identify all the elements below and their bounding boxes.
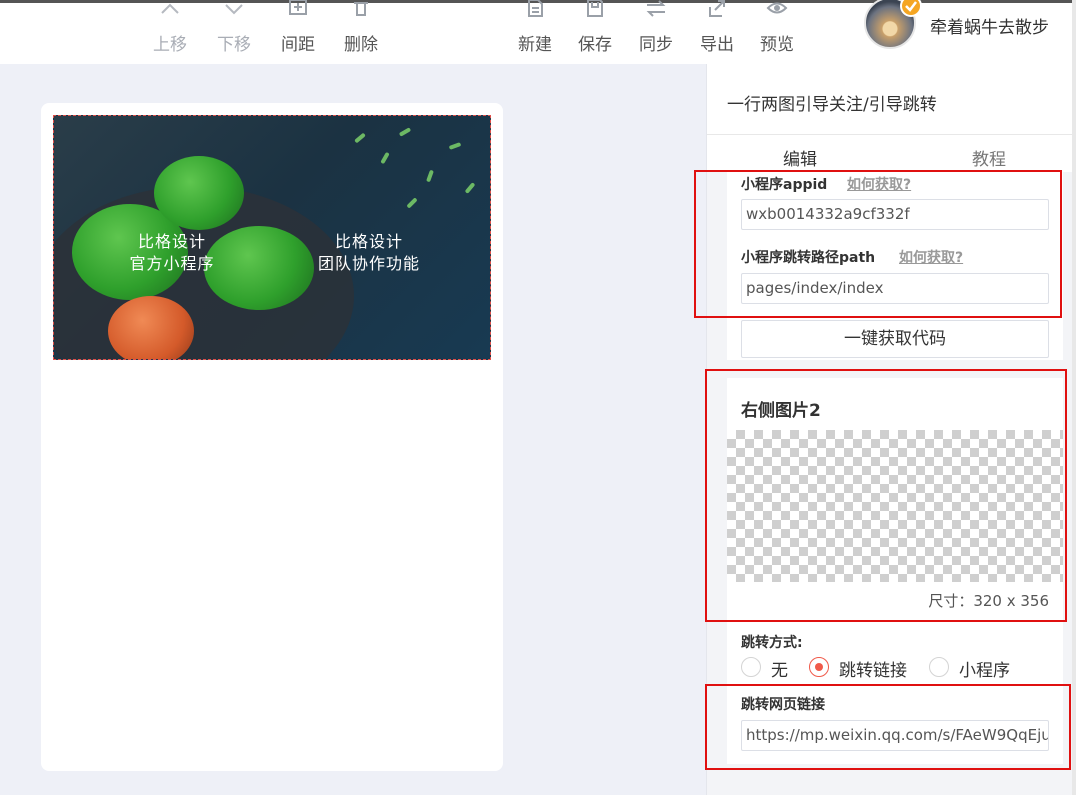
path-label: 小程序跳转路径path xyxy=(741,250,876,266)
tab-tutorial[interactable]: 教程 xyxy=(972,145,1006,170)
new-label: 新建 xyxy=(518,35,552,55)
properties-panel: 一行两图引导关注/引导跳转 编辑 教程 小程序appid 如何获取? wxb00… xyxy=(706,64,1076,795)
move-down-button[interactable]: 下移 xyxy=(206,3,262,55)
appid-input[interactable]: wxb0014332a9cf332f xyxy=(741,199,1049,230)
export-icon xyxy=(706,0,728,21)
image-size-text: 尺寸：320 x 356 xyxy=(928,592,1049,610)
spacing-label: 间距 xyxy=(281,35,315,55)
leaf-3 xyxy=(398,127,412,137)
radio-miniprogram-circle xyxy=(929,657,949,677)
editor-canvas: 比格设计 官方小程序 比格设计 团队协作功能 xyxy=(0,64,706,795)
image-upload-area[interactable] xyxy=(727,430,1063,582)
sync-arrows-icon xyxy=(645,0,667,21)
jump-mode-label: 跳转方式: xyxy=(741,635,803,651)
appid-label: 小程序appid xyxy=(741,177,828,193)
spacing-button[interactable]: 间距 xyxy=(270,0,326,55)
radio-none-label: 无 xyxy=(771,661,788,681)
chevron-down-icon xyxy=(223,0,245,21)
window-edge xyxy=(1072,0,1076,795)
path-input[interactable]: pages/index/index xyxy=(741,273,1049,304)
green-apple-back xyxy=(154,156,244,230)
radio-none-circle xyxy=(741,657,761,677)
trash-icon xyxy=(350,0,372,21)
chevron-up-icon xyxy=(159,0,181,21)
tab-edit[interactable]: 编辑 xyxy=(783,145,817,170)
save-label: 保存 xyxy=(578,35,612,55)
path-help-link[interactable]: 如何获取? xyxy=(899,247,963,267)
move-down-label: 下移 xyxy=(217,35,251,55)
verified-check-icon xyxy=(900,0,922,17)
right-image-card: 右侧图片2 尺寸：320 x 356 xyxy=(727,378,1063,618)
sync-label: 同步 xyxy=(639,35,673,55)
delete-button[interactable]: 删除 xyxy=(333,0,389,55)
panel-scroll-area[interactable]: 小程序appid 如何获取? wxb0014332a9cf332f 小程序跳转路… xyxy=(707,172,1076,795)
save-icon xyxy=(584,0,606,21)
leaf-1 xyxy=(354,132,366,144)
add-box-icon xyxy=(287,0,309,21)
move-up-label: 上移 xyxy=(153,35,187,55)
phone-preview: 比格设计 官方小程序 比格设计 团队协作功能 xyxy=(41,103,503,771)
leaf-5 xyxy=(448,142,462,150)
top-toolbar: 上移 下移 间距 删除 新建 保存 同步 导出 预览 牵着蜗牛去散步 xyxy=(0,0,1076,64)
panel-title: 一行两图引导关注/引导跳转 xyxy=(727,95,937,115)
preview-label: 预览 xyxy=(760,35,794,55)
url-input[interactable]: https://mp.weixin.qq.com/s/FAeW9QqEju xyxy=(741,720,1049,751)
banner-left-line2: 官方小程序 xyxy=(129,254,215,273)
banner-right-line2: 团队协作功能 xyxy=(317,254,420,273)
username: 牵着蜗牛去散步 xyxy=(930,18,1049,38)
appid-help-link[interactable]: 如何获取? xyxy=(847,174,911,194)
move-up-button[interactable]: 上移 xyxy=(142,3,198,55)
delete-label: 删除 xyxy=(344,35,378,55)
radio-miniprogram-label: 小程序 xyxy=(959,661,1010,681)
radio-link-circle xyxy=(809,657,829,677)
export-button[interactable]: 导出 xyxy=(689,0,745,55)
new-button[interactable]: 新建 xyxy=(507,0,563,55)
banner-left-text: 比格设计 官方小程序 xyxy=(112,231,232,275)
banner-right-line1: 比格设计 xyxy=(334,232,403,251)
panel-tabs: 编辑 教程 xyxy=(707,134,1076,172)
leaf-7 xyxy=(406,197,418,209)
leaf-6 xyxy=(464,182,476,194)
sync-button[interactable]: 同步 xyxy=(628,0,684,55)
two-image-banner[interactable]: 比格设计 官方小程序 比格设计 团队协作功能 xyxy=(53,115,491,360)
eye-icon xyxy=(766,0,788,21)
miniprogram-card: 小程序appid 如何获取? wxb0014332a9cf332f 小程序跳转路… xyxy=(727,172,1063,360)
peach-shape xyxy=(108,296,194,359)
banner-right-text: 比格设计 团队协作功能 xyxy=(304,231,434,275)
new-file-icon xyxy=(524,0,546,21)
save-button[interactable]: 保存 xyxy=(567,0,623,55)
export-label: 导出 xyxy=(700,35,734,55)
url-label: 跳转网页链接 xyxy=(741,697,825,713)
leaf-4 xyxy=(426,169,434,183)
banner-left-line1: 比格设计 xyxy=(137,232,206,251)
right-image-title: 右侧图片2 xyxy=(741,401,821,421)
leaf-2 xyxy=(380,151,390,165)
jump-card: 跳转方式: 无 跳转链接 小程序 跳转网页链接 https://mp.weixi… xyxy=(727,618,1063,764)
get-code-button[interactable]: 一键获取代码 xyxy=(741,320,1049,358)
preview-button[interactable]: 预览 xyxy=(749,0,805,55)
radio-link-label: 跳转链接 xyxy=(839,661,907,681)
